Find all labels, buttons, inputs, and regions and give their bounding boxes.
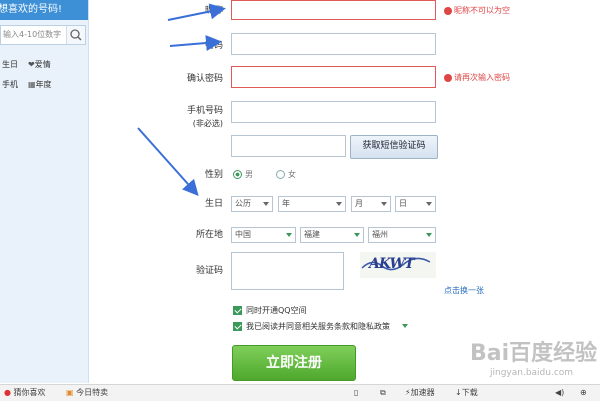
download-button[interactable]: ↓下载 (455, 385, 478, 401)
bottom-toolbar: ● 猜你喜欢 ▣ 今日特卖 ▯ ⧉ ⚡加速器 ↓下载 ◀) ⊕ (0, 384, 600, 401)
arrow-to-password-icon (169, 35, 222, 51)
bottom-item-label: 猜你喜欢 (13, 388, 46, 397)
arrow-to-birthday-icon (137, 127, 199, 196)
download-icon: ↓ (455, 388, 462, 397)
bottom-item-label: 下载 (461, 388, 478, 397)
window-icon[interactable]: ⧉ (380, 385, 386, 401)
arrow-to-nickname-icon (167, 3, 226, 21)
guess-you-like-button[interactable]: ● 猜你喜欢 (4, 385, 46, 401)
baidu-watermark: Bai百度经验 (470, 341, 598, 366)
dot-icon: ● (4, 388, 11, 397)
baidu-watermark-url: jingyan.baidu.com (490, 368, 574, 378)
bottom-item-label: 加速器 (410, 388, 435, 397)
bottom-item-label: 今日特卖 (76, 388, 109, 397)
accelerator-button[interactable]: ⚡加速器 (405, 385, 435, 401)
gift-icon: ▣ (66, 388, 74, 397)
zoom-icon[interactable]: ⊕ (580, 385, 587, 401)
today-sale-button[interactable]: ▣ 今日特卖 (66, 385, 108, 401)
speaker-icon[interactable]: ◀) (555, 385, 564, 401)
phone-icon[interactable]: ▯ (354, 385, 358, 401)
